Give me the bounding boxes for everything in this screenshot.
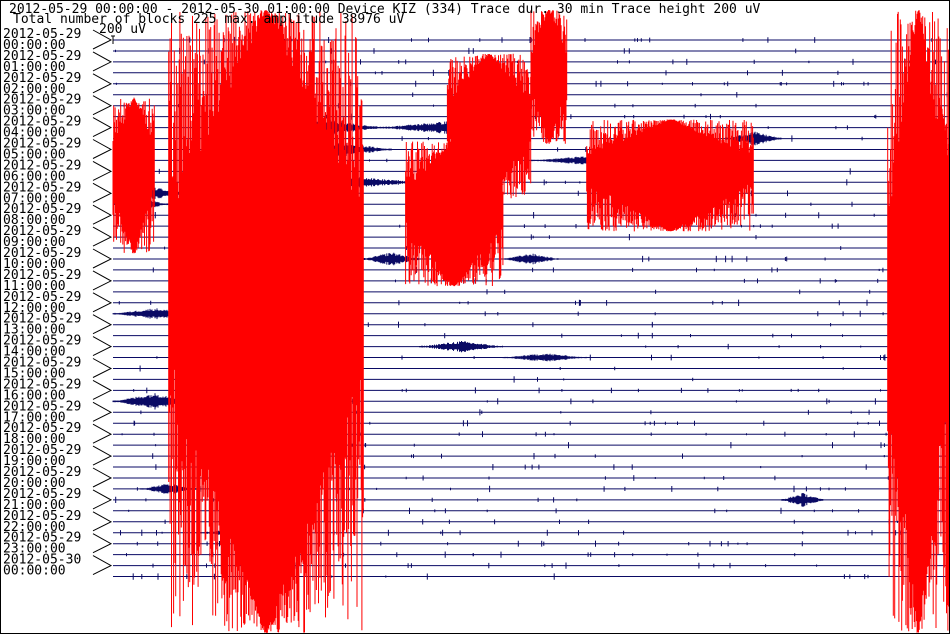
hour-marker-chevron <box>92 160 113 181</box>
helicorder-window: 2012-05-29 00:00:00 2012-05-29 01:00:00 2012… <box>0 0 950 634</box>
hour-marker-chevron <box>92 489 113 510</box>
clipped-event-1 <box>112 97 155 254</box>
hour-marker-chevron <box>92 139 113 159</box>
clipped-event-7 <box>887 10 949 633</box>
helicorder-plot: 2012-05-2900:00:002012-05-2901:00:002012… <box>1 2 949 633</box>
hour-marker-chevron <box>92 182 113 203</box>
clipped-event-5 <box>530 10 568 144</box>
scale-label: 200 uV <box>99 22 146 37</box>
hour-marker-chevron <box>92 292 113 313</box>
hour-label-24: 2012-05-3000:00:00 <box>1 553 113 579</box>
hour-marker-chevron <box>92 336 113 357</box>
burst-13 <box>419 341 503 353</box>
header-line-2: Total number of blocks 225 max. amplitud… <box>13 12 405 27</box>
clipped-event-6 <box>586 119 754 232</box>
hour-marker-chevron <box>92 51 113 72</box>
hour-marker-chevron <box>92 555 113 576</box>
hour-marker-chevron <box>92 358 113 378</box>
burst-14 <box>502 353 587 362</box>
hour-marker-chevron <box>92 204 113 225</box>
hour-marker-chevron <box>92 117 113 138</box>
hour-marker-chevron <box>92 467 113 488</box>
hour-marker-chevron <box>92 445 113 466</box>
hour-marker-chevron <box>92 248 113 269</box>
hour-marker-chevron <box>92 73 113 94</box>
hour-marker-chevron <box>92 314 113 335</box>
clipped-event-0 <box>168 10 364 633</box>
hour-marker-chevron <box>92 401 113 422</box>
hour-marker-chevron <box>92 270 113 291</box>
hour-label-layer: 2012-05-2900:00:002012-05-2901:00:002012… <box>1 27 113 579</box>
hour-marker-chevron <box>92 533 113 554</box>
burst-11 <box>502 253 559 265</box>
burst-18 <box>781 493 824 507</box>
hour-marker-chevron <box>92 511 113 532</box>
clipped-event-8 <box>934 108 949 298</box>
hour-marker-chevron <box>92 379 113 400</box>
hour-label-time: 00:00:00 <box>3 564 66 579</box>
hour-marker-chevron <box>92 423 113 444</box>
hour-marker-chevron <box>92 226 113 247</box>
clipped-signal-layer <box>112 10 949 633</box>
hour-marker-chevron <box>92 95 113 116</box>
